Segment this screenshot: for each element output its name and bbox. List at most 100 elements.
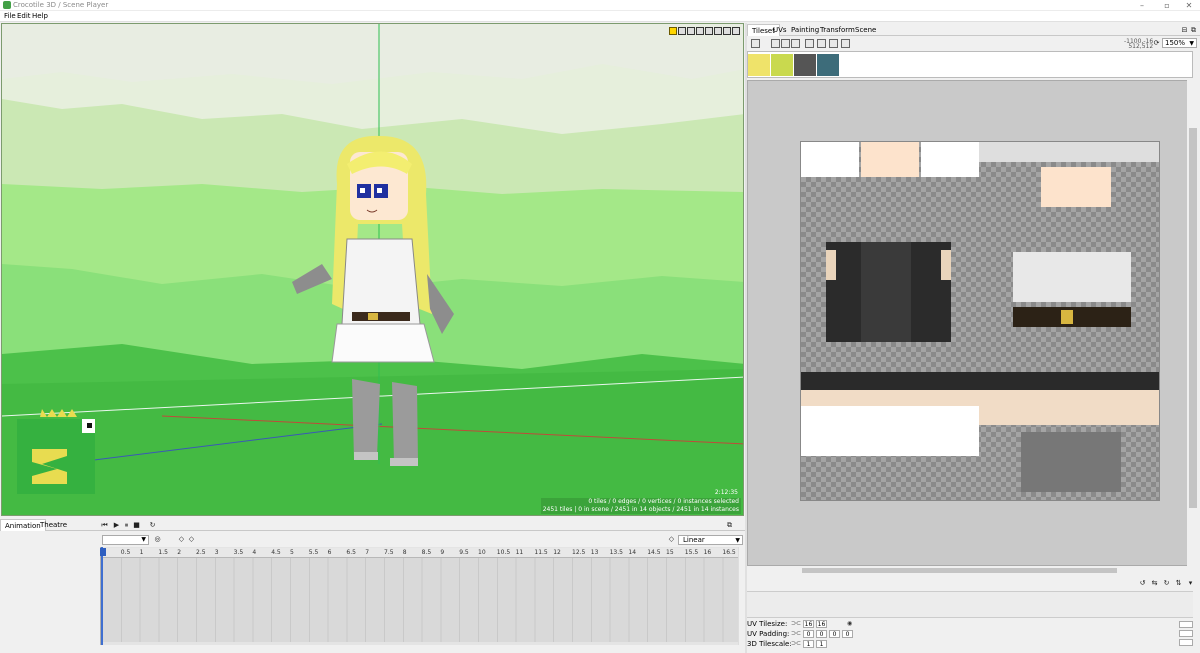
uv-padding-2[interactable]: 0 xyxy=(816,630,827,638)
thumbnails-scroll[interactable] xyxy=(1193,51,1200,78)
stop-icon[interactable]: ■ xyxy=(133,522,140,529)
canvas-hscroll-thumb[interactable] xyxy=(802,568,1117,573)
canvas-vscroll-thumb[interactable] xyxy=(1189,128,1197,508)
redo-icon[interactable] xyxy=(732,27,740,35)
timeline-ruler[interactable]: 00.511.522.533.544.555.566.577.588.599.5… xyxy=(102,548,738,558)
vertex-tool-icon[interactable] xyxy=(696,27,704,35)
tilescale-y[interactable]: 1 xyxy=(816,640,827,648)
timeline-tick: 6.5 xyxy=(346,549,356,556)
tab-scene[interactable]: Scene xyxy=(851,24,880,36)
rotate-tool-icon[interactable] xyxy=(687,27,695,35)
flip-icon[interactable]: ⇆ xyxy=(1151,580,1158,587)
tileset-thumb-4[interactable] xyxy=(817,54,839,76)
timeline-tick: 16.5 xyxy=(722,549,736,556)
minimize-button[interactable]: – xyxy=(1131,0,1153,11)
keyframe-mode-icon[interactable]: ◎ xyxy=(154,536,161,543)
tileset-thumbnails[interactable] xyxy=(747,51,1193,78)
rewind-icon[interactable]: ⏮ xyxy=(101,522,108,529)
menu-edit[interactable]: Edit xyxy=(17,12,31,20)
character-dino[interactable] xyxy=(17,409,95,494)
tileset-thumb-2[interactable] xyxy=(771,54,793,76)
tileset-canvas[interactable] xyxy=(747,80,1193,566)
move-tool-icon[interactable] xyxy=(678,27,686,35)
uv-padding-4[interactable]: 0 xyxy=(842,630,853,638)
prev-key-icon[interactable]: ◇ xyxy=(178,536,185,543)
select-tool-icon[interactable] xyxy=(669,27,677,35)
tilescale-x[interactable]: 1 xyxy=(803,640,814,648)
canvas-vscroll[interactable] xyxy=(1187,80,1200,566)
face-tool-icon[interactable] xyxy=(714,27,722,35)
add-icon[interactable] xyxy=(817,39,826,48)
edge-tool-icon[interactable] xyxy=(705,27,713,35)
image-menu-icon[interactable] xyxy=(751,39,760,48)
canvas-hscroll[interactable] xyxy=(747,566,1193,575)
tileset-thumb-1[interactable] xyxy=(748,54,770,76)
title-bar: Crocotile 3D / Scene Player – ▫ ✕ xyxy=(0,0,1200,11)
undock-icon[interactable]: ⧉ xyxy=(726,522,733,529)
timeline-vscroll[interactable] xyxy=(738,547,745,645)
frame-icon[interactable] xyxy=(805,39,814,48)
timeline-hscroll[interactable] xyxy=(0,645,738,653)
window-title: Crocotile 3D / Scene Player xyxy=(13,1,109,9)
menu-file[interactable]: File xyxy=(4,12,16,20)
small-field-1[interactable] xyxy=(1179,621,1193,628)
next-tileset-icon[interactable] xyxy=(791,39,800,48)
texture-image[interactable] xyxy=(800,141,1160,501)
uv-padding-1[interactable]: 0 xyxy=(803,630,814,638)
timeline-tick: 13.5 xyxy=(609,549,623,556)
undo-icon[interactable] xyxy=(723,27,731,35)
uv-tilesize-y[interactable]: 16 xyxy=(816,620,827,628)
mirror-icon[interactable]: ⇅ xyxy=(1175,580,1182,587)
timeline-tick: 16 xyxy=(703,549,712,556)
link-icon[interactable]: ⊃⊂ xyxy=(791,640,801,647)
animation-toolbar: ▼ ◎ ◇ ◇ ◇ Linear ▼ xyxy=(0,533,745,547)
timeline[interactable]: 00.511.522.533.544.555.566.577.588.599.5… xyxy=(0,547,738,645)
refresh-icon[interactable]: ⟳ xyxy=(1153,40,1160,47)
animation-select[interactable]: ▼ xyxy=(102,535,149,545)
eyedropper-icon[interactable] xyxy=(829,39,838,48)
pin-icon[interactable]: ⊟ xyxy=(1181,27,1188,34)
menu-help[interactable]: Help xyxy=(32,12,48,20)
timeline-tick: 1 xyxy=(139,549,144,556)
tab-theatre[interactable]: Theatre xyxy=(36,519,71,531)
copy-icon[interactable] xyxy=(841,39,850,48)
small-field-2[interactable] xyxy=(1179,630,1193,637)
uv-padding-3[interactable]: 0 xyxy=(829,630,840,638)
timeline-grid[interactable] xyxy=(102,558,738,642)
next-key-icon[interactable]: ◇ xyxy=(188,536,195,543)
zoom-select[interactable]: 150% ▼ xyxy=(1162,38,1197,48)
scene-total-stats: 2451 tiles | 0 in scene / 2451 in 14 obj… xyxy=(542,506,739,513)
timeline-tick: 1.5 xyxy=(158,549,168,556)
timeline-tick: 2.5 xyxy=(196,549,206,556)
clock-readout: 2:12:35 xyxy=(714,489,738,496)
loop-icon[interactable]: ↻ xyxy=(149,522,156,529)
play-icon[interactable]: ▶ xyxy=(113,522,120,529)
rotate-right-icon[interactable]: ↻ xyxy=(1163,580,1170,587)
interpolation-select[interactable]: Linear ▼ xyxy=(678,535,743,545)
radio-icon[interactable]: ◉ xyxy=(847,620,852,627)
timeline-tick: 5.5 xyxy=(308,549,319,556)
tileset-thumb-3[interactable] xyxy=(794,54,816,76)
prev-tileset-icon[interactable] xyxy=(771,39,780,48)
maximize-button[interactable]: ▫ xyxy=(1156,0,1178,11)
ease-diamond-icon[interactable]: ◇ xyxy=(668,536,675,543)
uv-properties: UV Tilesize: ⊃⊂ 16 16 ◉ UV Padding: ⊃⊂ 0… xyxy=(747,619,1200,653)
tileset-grid-icon[interactable] xyxy=(781,39,790,48)
link-icon[interactable]: ⊃⊂ xyxy=(791,630,801,637)
playhead-handle[interactable] xyxy=(100,548,106,556)
small-field-3[interactable] xyxy=(1179,639,1193,646)
track-list xyxy=(0,547,101,645)
more-icon[interactable]: ▾ xyxy=(1187,580,1194,587)
link-icon[interactable]: ⊃⊂ xyxy=(791,620,801,627)
timeline-tick: 4 xyxy=(252,549,257,556)
timeline-tick: 11 xyxy=(515,549,524,556)
rotate-left-icon[interactable]: ↺ xyxy=(1139,580,1146,587)
pause-icon[interactable]: ⏸ xyxy=(123,522,130,529)
timeline-tick: 8 xyxy=(402,549,407,556)
close-button[interactable]: ✕ xyxy=(1178,0,1200,11)
uv-tilesize-x[interactable]: 16 xyxy=(803,620,814,628)
3d-viewport[interactable]: 2:12:35 0 tiles / 0 edges / 0 vertices /… xyxy=(1,23,744,516)
playhead[interactable] xyxy=(101,547,103,645)
undock-icon[interactable]: ⧉ xyxy=(1190,27,1197,34)
timeline-tick: 0.5 xyxy=(120,549,131,556)
